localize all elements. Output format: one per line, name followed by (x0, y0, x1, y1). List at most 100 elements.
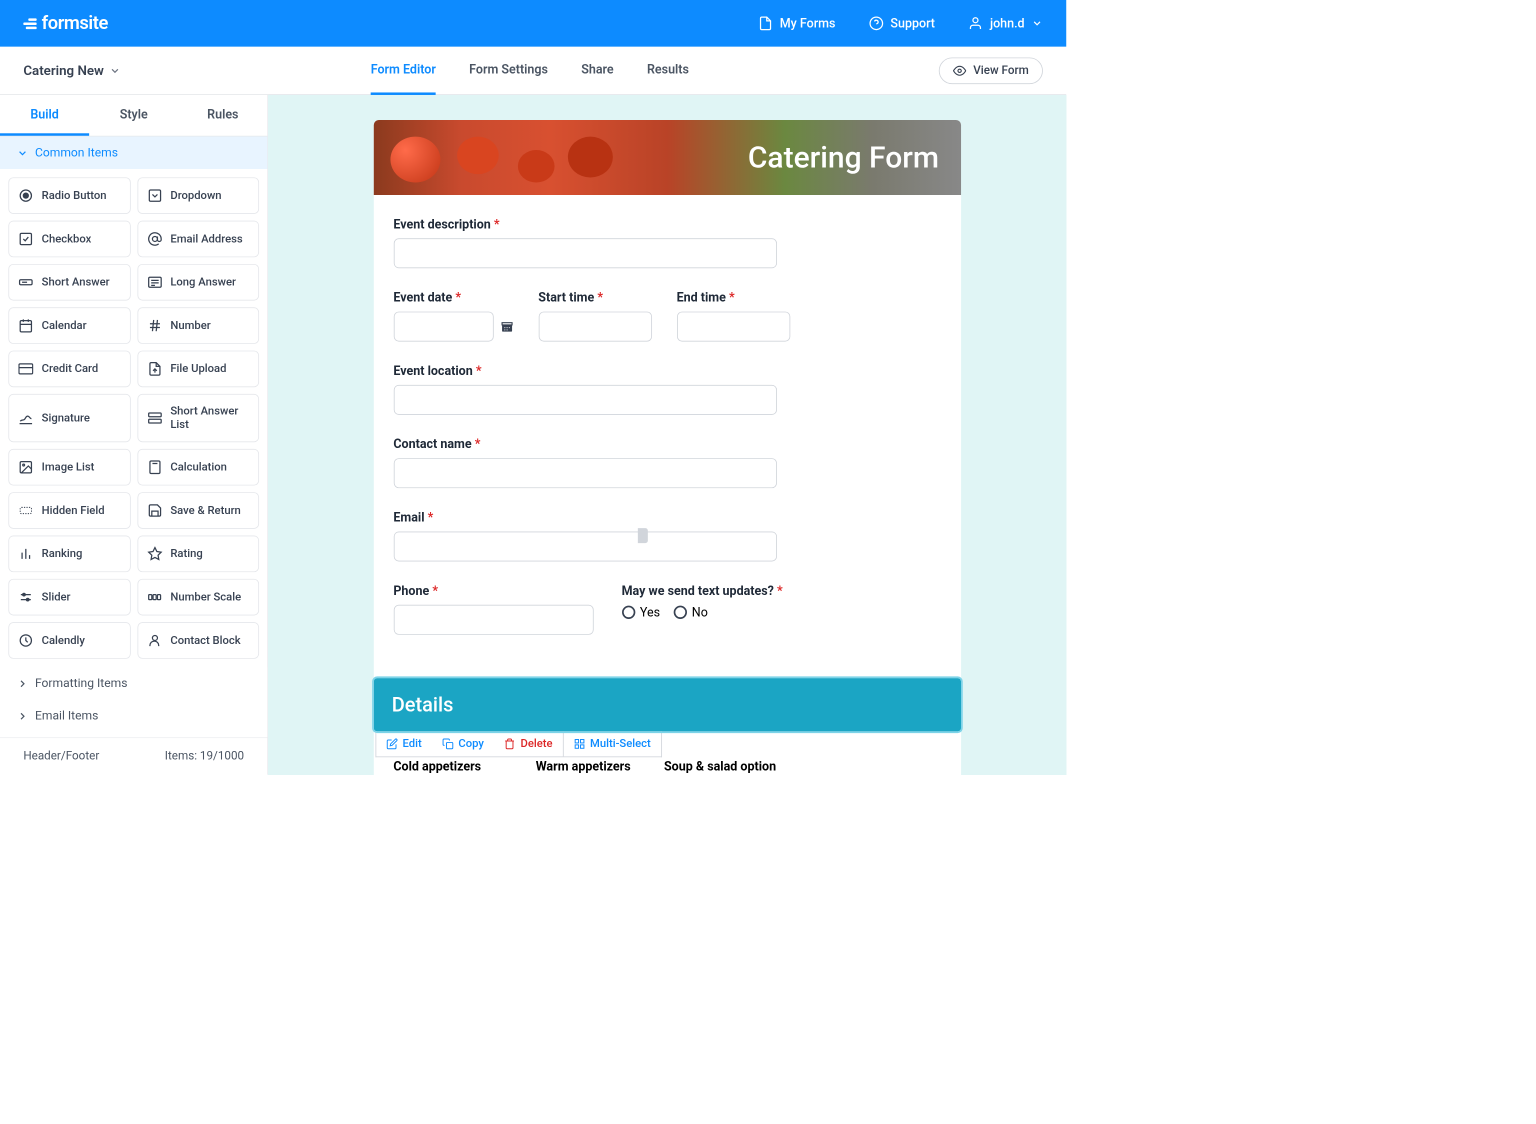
item-radio-button[interactable]: Radio Button (8, 177, 130, 214)
logo[interactable]: formsite (23, 13, 108, 34)
item-save-return[interactable]: Save & Return (137, 492, 259, 529)
field-contact-name[interactable]: Contact name * (394, 436, 941, 488)
edit-button[interactable]: Edit (376, 731, 432, 756)
help-icon (869, 16, 884, 31)
copy-button[interactable]: Copy (432, 731, 494, 756)
item-file-upload[interactable]: File Upload (137, 351, 259, 388)
sidebar-tab-build[interactable]: Build (0, 95, 89, 136)
item-contact-block[interactable]: Contact Block (137, 622, 259, 659)
support-link[interactable]: Support (869, 16, 935, 31)
item-email[interactable]: Email Address (137, 221, 259, 258)
ranking-icon (18, 546, 33, 561)
field-end-time[interactable]: End time * (677, 290, 790, 342)
tab-form-editor[interactable]: Form Editor (371, 46, 436, 94)
soup-salad-group[interactable]: Soup & salad option Minestrone soup (664, 759, 780, 775)
section-label: Common Items (35, 146, 118, 160)
subbar-tabs: Form Editor Form Settings Share Results (371, 46, 689, 94)
cold-appetizers-group[interactable]: Cold appetizers Shrimp cocktail (394, 759, 503, 775)
item-dropdown[interactable]: Dropdown (137, 177, 259, 214)
delete-button[interactable]: Delete (494, 731, 563, 756)
my-forms-label: My Forms (780, 16, 836, 31)
item-calendly[interactable]: Calendly (8, 622, 130, 659)
sidebar-tab-style[interactable]: Style (89, 95, 178, 136)
user-icon (968, 16, 983, 31)
item-hidden-field[interactable]: Hidden Field (8, 492, 130, 529)
items-grid: Radio Button Dropdown Checkbox Email Add… (0, 169, 267, 667)
sidebar-footer: Header/Footer Items: 19/1000 (0, 737, 267, 774)
radio-yes[interactable]: Yes (622, 605, 661, 620)
field-email[interactable]: Email * (394, 510, 941, 562)
field-event-description[interactable]: Event description * (394, 217, 941, 269)
item-checkbox[interactable]: Checkbox (8, 221, 130, 258)
logo-icon (23, 18, 36, 29)
chevron-down-icon (17, 147, 29, 159)
details-header-selected[interactable]: Details (374, 678, 961, 731)
event-date-input[interactable] (394, 312, 494, 342)
field-start-time[interactable]: Start time * (539, 290, 652, 342)
item-ranking[interactable]: Ranking (8, 536, 130, 573)
field-event-date[interactable]: Event date * (394, 290, 514, 342)
item-calendar[interactable]: Calendar (8, 307, 130, 344)
end-time-input[interactable] (677, 312, 790, 342)
field-phone[interactable]: Phone * (394, 583, 594, 635)
contact-name-input[interactable] (394, 458, 777, 488)
tab-form-settings[interactable]: Form Settings (469, 46, 548, 94)
chevron-right-icon (17, 710, 29, 722)
item-long-answer[interactable]: Long Answer (137, 264, 259, 301)
short-text-icon (18, 275, 33, 290)
field-event-location[interactable]: Event location * (394, 363, 941, 415)
my-forms-link[interactable]: My Forms (758, 16, 835, 31)
item-signature[interactable]: Signature (8, 394, 130, 442)
start-time-input[interactable] (539, 312, 652, 342)
list-icon (147, 411, 162, 426)
warm-appetizers-group[interactable]: Warm appetizers Mini quiche (536, 759, 631, 775)
sidebar: Build Style Rules Common Items Radio But… (0, 95, 268, 775)
sidebar-tab-rules[interactable]: Rules (178, 95, 267, 136)
view-form-button[interactable]: View Form (939, 57, 1043, 84)
radio-no[interactable]: No (674, 605, 708, 620)
phone-input[interactable] (394, 605, 594, 635)
item-calculation[interactable]: Calculation (137, 449, 259, 486)
collapse-handle[interactable] (638, 528, 648, 543)
form-hero[interactable]: Catering Form (374, 120, 961, 195)
item-image-list[interactable]: Image List (8, 449, 130, 486)
email-input[interactable] (394, 531, 777, 561)
item-count: Items: 19/1000 (165, 750, 244, 763)
item-slider[interactable]: Slider (8, 579, 130, 616)
item-rating[interactable]: Rating (137, 536, 259, 573)
multi-select-button[interactable]: Multi-Select (564, 731, 661, 756)
tab-share[interactable]: Share (581, 46, 613, 94)
person-icon (147, 633, 162, 648)
calendar-icon (18, 318, 33, 333)
upload-icon (147, 362, 162, 377)
action-toolbar: Edit Copy Delete Multi-Select (375, 731, 662, 757)
at-icon (147, 232, 162, 247)
form-selector[interactable]: Catering New (23, 62, 120, 78)
scale-icon (147, 590, 162, 605)
item-number-scale[interactable]: Number Scale (137, 579, 259, 616)
header-footer-link[interactable]: Header/Footer (23, 750, 99, 763)
item-number[interactable]: Number (137, 307, 259, 344)
copy-icon (442, 738, 454, 750)
section-common-items[interactable]: Common Items (0, 137, 267, 169)
section-formatting[interactable]: Formatting Items (0, 667, 267, 699)
calculator-icon (147, 460, 162, 475)
image-icon (18, 460, 33, 475)
sidebar-tabs: Build Style Rules (0, 95, 267, 137)
user-menu[interactable]: john.d (968, 16, 1043, 31)
event-location-input[interactable] (394, 385, 777, 415)
grid-icon (574, 738, 586, 750)
item-short-answer[interactable]: Short Answer (8, 264, 130, 301)
chevron-down-icon (109, 65, 121, 77)
item-short-answer-list[interactable]: Short Answer List (137, 394, 259, 442)
form-name: Catering New (23, 62, 104, 78)
view-form-label: View Form (973, 64, 1029, 77)
tab-results[interactable]: Results (647, 46, 689, 94)
hidden-icon (18, 503, 33, 518)
calendar-picker-icon[interactable] (500, 320, 513, 333)
section-email[interactable]: Email Items (0, 700, 267, 732)
event-description-input[interactable] (394, 238, 777, 268)
save-icon (147, 503, 162, 518)
field-text-updates[interactable]: May we send text updates? * Yes No (622, 583, 783, 635)
item-credit-card[interactable]: Credit Card (8, 351, 130, 388)
